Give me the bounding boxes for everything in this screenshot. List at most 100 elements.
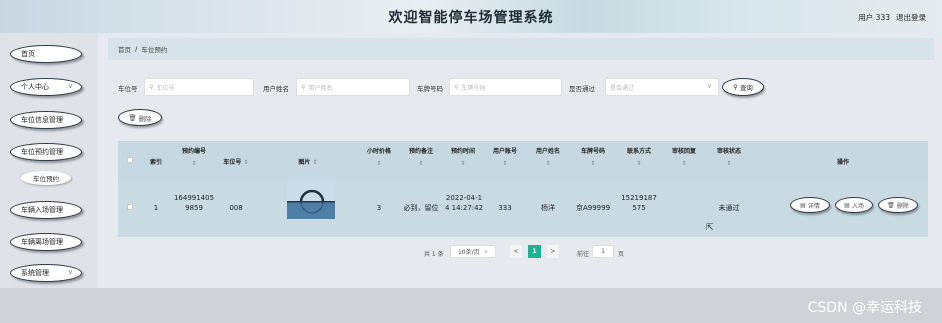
sort-icon: ⇕ (460, 160, 466, 167)
search-icon: ⚲ (149, 83, 154, 91)
batch-delete-button[interactable]: 🗑 删除 (118, 109, 162, 126)
sort-icon: ⇕ (312, 159, 318, 166)
col-space-no[interactable]: 车位号 ⇕ (219, 157, 253, 166)
plate-input[interactable]: ⚲ 车牌号码 (449, 78, 562, 96)
sidebar-item-label: 首页 (21, 50, 35, 58)
cell-user-name: 杨洋 (541, 204, 555, 212)
col-account[interactable]: 用户账号 ⇕ (487, 146, 523, 167)
trash-icon: 🗑 (128, 113, 137, 122)
chevron-left-icon: < (513, 248, 519, 255)
col-image[interactable]: 图片 ⇕ (288, 157, 328, 166)
sidebar-item-booking-mgmt[interactable]: 车位预约管理 (10, 143, 82, 161)
chevron-right-icon: > (550, 248, 556, 255)
col-hourly-price[interactable]: 小时价格 ⇕ (361, 146, 397, 167)
watermark: CSDN @幸运科技 (807, 300, 922, 316)
chevron-down-icon: ∨ (706, 82, 712, 90)
col-status[interactable]: 审核状态 ⇕ (711, 146, 747, 167)
document-icon: ▤ (844, 201, 850, 209)
breadcrumb-home[interactable]: 首页 (118, 44, 131, 54)
document-icon: ▤ (800, 201, 806, 209)
col-user-name[interactable]: 用户姓名 ⇕ (530, 146, 566, 167)
search-icon: ⚲ (301, 83, 306, 91)
col-booking-no[interactable]: 预约编号 ⇕ (173, 146, 215, 167)
chevron-down-icon: ∨ (483, 248, 489, 255)
col-actions: 操作 (836, 159, 849, 166)
entry-button[interactable]: ▤ 入场 (835, 197, 873, 213)
trash-icon: 🗑 (887, 201, 895, 209)
sort-icon: ⇕ (681, 160, 687, 167)
col-index: 索引 (149, 159, 162, 166)
page-size-select[interactable]: 10条/页 ∨ (450, 245, 496, 258)
cell-booking-time: 2022-04-1 4 14:27:42 (444, 194, 484, 212)
sidebar-item-label: 个人中心 (21, 83, 49, 91)
cell-status: 未通过 (718, 204, 740, 212)
next-page-button[interactable]: > (547, 245, 559, 258)
breadcrumb-separator: / (135, 45, 138, 53)
current-user: 用户 333 (858, 13, 890, 22)
bridge-image (287, 182, 335, 219)
prev-page-button[interactable]: < (510, 245, 522, 258)
sidebar-item-label: 车辆入场管理 (21, 206, 63, 214)
space-no-input[interactable]: ⚲ 车位号 (144, 78, 254, 96)
cell-hourly-price: 3 (376, 204, 382, 212)
sidebar-item-home[interactable]: 首页 (10, 45, 82, 63)
logout-link[interactable]: 退出登录 (896, 12, 926, 23)
space-no-label: 车位号 (118, 85, 138, 93)
search-icon: ⚲ (454, 83, 459, 91)
col-remark[interactable]: 预约备注 ⇕ (403, 146, 439, 167)
col-reply[interactable]: 审核回复 ⇕ (666, 146, 702, 167)
pagination-total: 共 1 条 (424, 251, 444, 258)
parking-photo[interactable] (287, 182, 335, 219)
cell-booking-no: 164991405 9859 (173, 194, 215, 212)
page-1-button[interactable]: 1 (528, 245, 541, 258)
booking-table: 索引 预约编号 ⇕ 车位号 ⇕ 图片 ⇕ 小时价格 ⇕ 预约备注 ⇕ 预约时间 ⇕ 用户… (118, 141, 928, 237)
sort-icon: ⇕ (636, 160, 642, 167)
approved-select[interactable]: 是否通过 ∨ (605, 78, 719, 96)
col-phone[interactable]: 联系方式 ⇕ (621, 146, 657, 167)
main-content: 首页 / 车位预约 车位号 ⚲ 车位号 用户姓名 ⚲ 用户姓名 车牌号码 ⚲ 车牌号码… (98, 33, 942, 323)
cell-account: 333 (498, 204, 512, 212)
sort-icon: ⇕ (191, 160, 197, 167)
sort-icon: ⇕ (590, 160, 596, 167)
sidebar-item-space-info[interactable]: 车位信息管理 (10, 111, 82, 129)
sidebar-item-label: 车位信息管理 (21, 116, 63, 124)
sort-icon: ⇕ (418, 160, 424, 167)
table-row: 1 164991405 9859 008 3 必到，留位 2022-04-1 4… (118, 178, 928, 237)
goto-page-input[interactable]: 1 (592, 245, 614, 258)
cell-remark: 必到，留位 (403, 204, 439, 212)
sidebar-item-exit-mgmt[interactable]: 车辆离场管理 (10, 233, 82, 251)
sidebar-item-label: 车辆离场管理 (21, 238, 63, 246)
sidebar-item-profile[interactable]: 个人中心 ∨ (10, 78, 82, 96)
sort-icon: ⇕ (545, 160, 551, 167)
goto-prefix: 前往 (577, 251, 590, 258)
sort-icon: ⇕ (726, 160, 732, 167)
search-icon: ⚲ (733, 83, 738, 91)
col-plate[interactable]: 车牌号码 ⇕ (575, 146, 611, 167)
app-title: 欢迎智能停车场管理系统 (388, 10, 554, 26)
row-checkbox[interactable] (127, 204, 133, 210)
chevron-down-icon: ∨ (67, 82, 73, 90)
goto-suffix: 页 (618, 251, 625, 258)
sort-icon: ⇕ (502, 160, 508, 167)
user-name-input[interactable]: ⚲ 用户姓名 (296, 78, 410, 96)
cell-space-no: 008 (229, 204, 243, 212)
breadcrumb-current: 车位预约 (141, 46, 168, 54)
detail-button[interactable]: ▤ 详情 (790, 197, 830, 213)
user-name-label: 用户姓名 (263, 85, 289, 93)
footer-bar (0, 288, 942, 323)
sidebar-item-system[interactable]: 系统管理 ∨ (10, 264, 82, 282)
sidebar-subitem-booking[interactable]: 车位预约 (21, 171, 71, 185)
table-header: 索引 预约编号 ⇕ 车位号 ⇕ 图片 ⇕ 小时价格 ⇕ 预约备注 ⇕ 预约时间 ⇕ 用户… (118, 141, 928, 178)
cell-index: 1 (153, 204, 159, 212)
query-button[interactable]: ⚲ 查询 (722, 78, 764, 96)
cell-plate: 京A99999 (575, 204, 611, 212)
plate-label: 车牌号码 (417, 85, 443, 93)
sidebar-item-entry-mgmt[interactable]: 车辆入场管理 (10, 201, 82, 219)
sidebar-item-label: 车位预约管理 (21, 148, 63, 156)
row-delete-button[interactable]: 🗑 删除 (878, 197, 918, 213)
sort-icon: ⇕ (243, 159, 249, 166)
select-all-checkbox[interactable] (127, 157, 133, 163)
sidebar: 首页 个人中心 ∨ 车位信息管理 车位预约管理 车位预约 车辆入场管理 车辆离场… (0, 33, 98, 323)
col-booking-time[interactable]: 预约时间 ⇕ (445, 146, 481, 167)
sort-icon: ⇕ (376, 160, 382, 167)
